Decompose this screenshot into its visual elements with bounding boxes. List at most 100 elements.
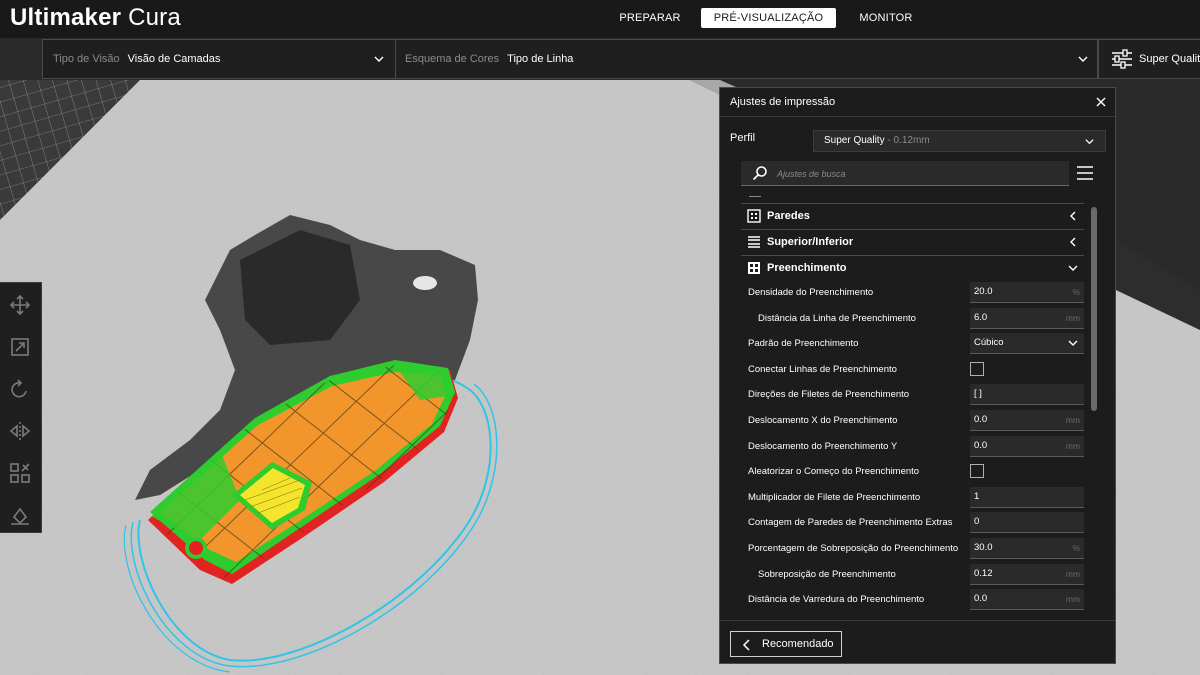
setting-unit: mm (1065, 568, 1080, 579)
rotate-icon[interactable] (8, 377, 32, 401)
setting-input[interactable]: 6.0 mm (970, 307, 1084, 329)
setting-label: Sobreposição de Preenchimento (758, 568, 896, 580)
setting-label: Deslocamento do Preenchimento Y (748, 440, 898, 452)
setting-label: Deslocamento X do Preenchimento (748, 415, 898, 426)
chevron-down-icon (1068, 265, 1078, 271)
chevron-down-icon[interactable] (1077, 53, 1089, 65)
setting-value: 0.0 (974, 439, 988, 451)
setting-label: Contagem de Paredes de Preenchimento Ext… (748, 517, 953, 529)
category-walls[interactable]: Paredes (741, 203, 1084, 228)
move-icon[interactable] (8, 293, 32, 317)
profile-select[interactable]: Super Quality - 0.12mm (813, 130, 1106, 152)
per-model-settings-icon[interactable] (8, 461, 32, 485)
setting-row: Porcentagem de Sobreposição do Preenchim… (741, 536, 1084, 561)
tab-preview[interactable]: PRÉ-VISUALIZAÇÃO (701, 8, 836, 28)
tab-monitor[interactable]: MONITOR (848, 8, 924, 28)
category-top-bottom[interactable]: Superior/Inferior (741, 229, 1084, 254)
setting-row: Distância de Varredura do Preenchimento 0… (741, 587, 1084, 612)
setting-input[interactable]: 20.0% (970, 282, 1084, 303)
setting-row: Distância da Linha de Preenchimento 6.0 mm (741, 306, 1084, 331)
setting-value: 0 (974, 516, 980, 528)
chevron-down-icon[interactable] (373, 53, 385, 65)
color-scheme-value: Tipo de Linha (507, 53, 574, 65)
setting-input[interactable]: 0.0 mm (970, 410, 1084, 431)
profile-value: Super Quality - 0.12mm (824, 135, 930, 146)
setting-label: Padrão de Preenchimento (748, 338, 859, 350)
view-type-value: Visão de Camadas (127, 53, 221, 65)
view-type-select[interactable]: Tipo de Visão Visão de Camadas (53, 40, 220, 78)
search-box (741, 161, 1069, 186)
setting-row: Multiplicador de Filete de Preenchimento… (741, 485, 1084, 510)
hamburger-menu-icon[interactable] (1077, 166, 1093, 180)
color-scheme-select[interactable]: Esquema de Cores Tipo de Linha (405, 40, 573, 78)
close-icon[interactable] (1095, 96, 1107, 108)
setting-row: Sobreposição de Preenchimento 0.12 mm (741, 562, 1084, 587)
setting-unit: mm (1065, 594, 1080, 605)
search-input[interactable] (777, 164, 1057, 183)
sliders-icon (1112, 49, 1132, 69)
tab-prepare[interactable]: PREPARAR (612, 8, 688, 28)
setting-value: 0.12 (974, 567, 993, 579)
setting-input[interactable]: 30.0% (970, 538, 1084, 559)
quality-label: Super Quality (1139, 53, 1200, 65)
chevron-left-icon (1070, 211, 1076, 221)
infill-icon (748, 262, 760, 274)
setting-unit: mm (1065, 440, 1080, 451)
setting-select[interactable]: Cúbico (970, 333, 1084, 355)
mirror-icon[interactable] (8, 419, 32, 443)
setting-input[interactable]: 0.0 mm (970, 589, 1084, 611)
app-logo: Ultimaker Cura (10, 4, 181, 31)
setting-value: Cúbico (974, 337, 1004, 349)
category-label: Superior/Inferior (767, 236, 854, 248)
cura-window: Ultimaker Cura PREPARAR PRÉ-VISUALIZAÇÃO… (0, 0, 1200, 675)
search-icon (752, 166, 767, 181)
panel-title: Ajustes de impressão (730, 96, 836, 108)
setting-input[interactable]: 0.12 mm (970, 563, 1084, 585)
setting-value: 0.0 (974, 593, 988, 605)
color-scheme-label: Esquema de Cores (405, 53, 500, 65)
setting-value: 1 (974, 490, 980, 502)
setting-label: Aleatorizar o Começo do Preenchimento (748, 466, 920, 478)
setting-unit: % (1072, 287, 1080, 297)
list-top-indicator (749, 196, 761, 197)
setting-value: 0.0 (974, 414, 988, 425)
recommended-label: Recomendado (762, 638, 834, 650)
setting-row: Padrão de Preenchimento Cúbico (741, 331, 1084, 356)
setting-input[interactable]: [ ] (970, 384, 1084, 406)
top-bottom-icon (748, 236, 760, 248)
print-settings-toggle[interactable]: Super Quality (1098, 39, 1200, 79)
panel-header-divider (720, 116, 1115, 117)
setting-label: Multiplicador de Filete de Preenchimento (748, 491, 921, 503)
settings-list[interactable]: Paredes Superior/Inferior Preenchimento … (741, 191, 1084, 619)
walls-icon (747, 209, 761, 223)
support-blocker-icon[interactable] (8, 503, 32, 527)
print-settings-panel: Ajustes de impressão Perfil Super Qualit… (719, 87, 1116, 664)
scale-icon[interactable] (8, 335, 32, 359)
chevron-down-icon (1085, 139, 1094, 145)
setting-input[interactable]: 1 (970, 486, 1084, 508)
setting-unit: % (1072, 543, 1080, 553)
view-options-bar: Tipo de Visão Visão de Camadas Esquema de… (42, 39, 1098, 79)
setting-value: 20.0 (974, 286, 993, 297)
tool-bar (0, 282, 42, 533)
setting-label: Densidade do Preenchimento (748, 287, 874, 298)
setting-checkbox[interactable] (970, 464, 984, 479)
setting-value: 30.0 (974, 542, 993, 553)
setting-unit: mm (1065, 312, 1080, 323)
setting-label: Distância da Linha de Preenchimento (758, 312, 916, 324)
setting-row: Aleatorizar o Começo do Preenchimento (741, 459, 1084, 484)
setting-row: Densidade do Preenchimento 20.0% (741, 280, 1084, 305)
setting-input[interactable]: 0 (970, 512, 1084, 534)
setting-label: Porcentagem de Sobreposição do Preenchim… (748, 543, 959, 554)
view-type-label: Tipo de Visão (53, 53, 120, 65)
setting-checkbox[interactable] (970, 361, 984, 376)
setting-label: Distância de Varredura do Preenchimento (748, 594, 925, 606)
recommended-button[interactable]: Recomendado (730, 631, 842, 657)
setting-input[interactable]: 0.0 mm (970, 435, 1084, 457)
chevron-left-icon (1070, 237, 1076, 247)
category-infill[interactable]: Preenchimento (741, 255, 1084, 280)
settings-scrollbar[interactable] (1091, 207, 1097, 411)
app-header: Ultimaker Cura PREPARAR PRÉ-VISUALIZAÇÃO… (0, 0, 1200, 38)
category-label: Preenchimento (767, 262, 847, 274)
profile-label: Perfil (730, 132, 756, 144)
